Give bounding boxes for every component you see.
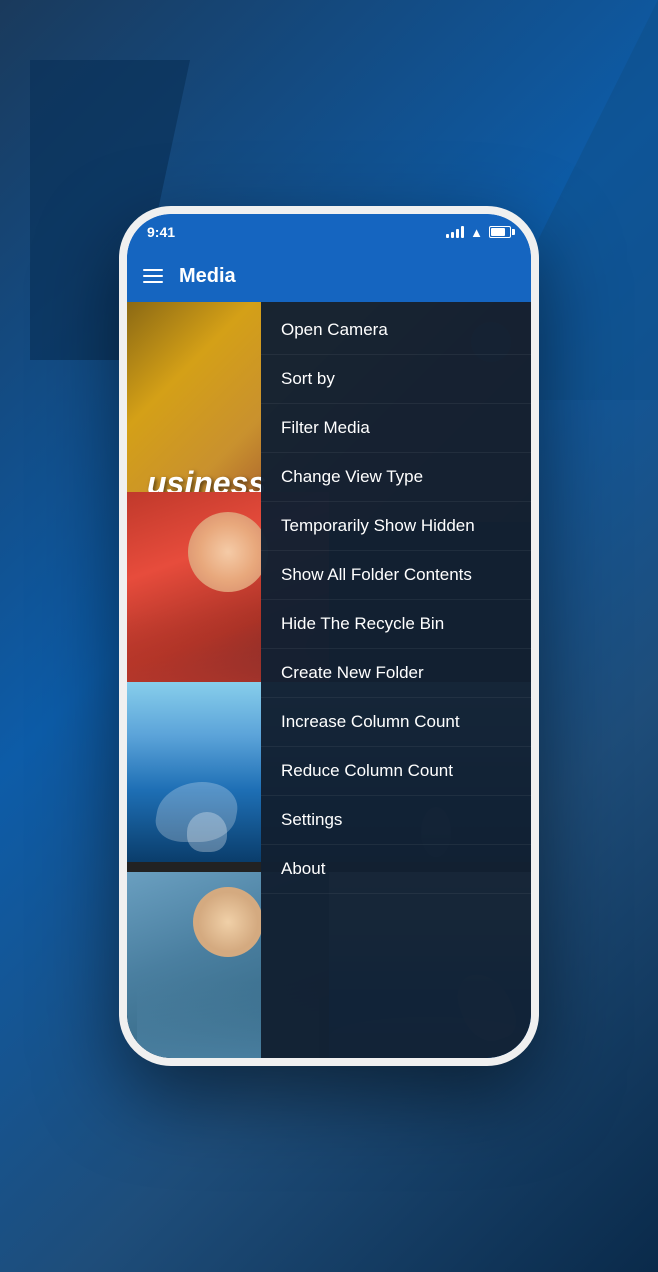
menu-item-show-all-folder-contents[interactable]: Show All Folder Contents	[261, 551, 531, 600]
signal-bar-4	[461, 226, 464, 238]
menu-item-sort-by[interactable]: Sort by	[261, 355, 531, 404]
menu-item-change-view-type[interactable]: Change View Type	[261, 453, 531, 502]
content-area: usiness	[127, 302, 531, 1058]
menu-item-reduce-column-count[interactable]: Reduce Column Count	[261, 747, 531, 796]
status-icons: ▲	[446, 225, 511, 240]
man-face	[193, 887, 263, 957]
hamburger-line-1	[143, 269, 163, 271]
wave-shape-2	[187, 812, 227, 852]
status-time: 9:41	[147, 224, 175, 240]
signal-bar-2	[451, 232, 454, 238]
phone-frame: 9:41 ▲ Media	[119, 206, 539, 1066]
phone-screen: 9:41 ▲ Media	[127, 214, 531, 1058]
menu-item-hide-recycle-bin[interactable]: Hide The Recycle Bin	[261, 600, 531, 649]
menu-item-settings[interactable]: Settings	[261, 796, 531, 845]
wifi-icon: ▲	[470, 225, 483, 240]
hamburger-line-2	[143, 275, 163, 277]
menu-item-about[interactable]: About	[261, 845, 531, 894]
signal-bar-1	[446, 234, 449, 238]
hamburger-menu-button[interactable]	[143, 269, 163, 283]
menu-item-filter-media[interactable]: Filter Media	[261, 404, 531, 453]
dropdown-menu: Open Camera Sort by Filter Media Change …	[261, 302, 531, 1058]
status-bar: 9:41 ▲	[127, 214, 531, 250]
woman-face	[188, 512, 268, 592]
menu-item-create-new-folder[interactable]: Create New Folder	[261, 649, 531, 698]
menu-item-temporarily-show-hidden[interactable]: Temporarily Show Hidden	[261, 502, 531, 551]
signal-bar-3	[456, 229, 459, 238]
hamburger-line-3	[143, 281, 163, 283]
signal-bars-icon	[446, 226, 464, 238]
menu-item-increase-column-count[interactable]: Increase Column Count	[261, 698, 531, 747]
battery-fill	[491, 228, 505, 236]
battery-icon	[489, 226, 511, 238]
menu-item-open-camera[interactable]: Open Camera	[261, 302, 531, 355]
app-bar: Media	[127, 250, 531, 302]
app-title: Media	[179, 265, 236, 288]
